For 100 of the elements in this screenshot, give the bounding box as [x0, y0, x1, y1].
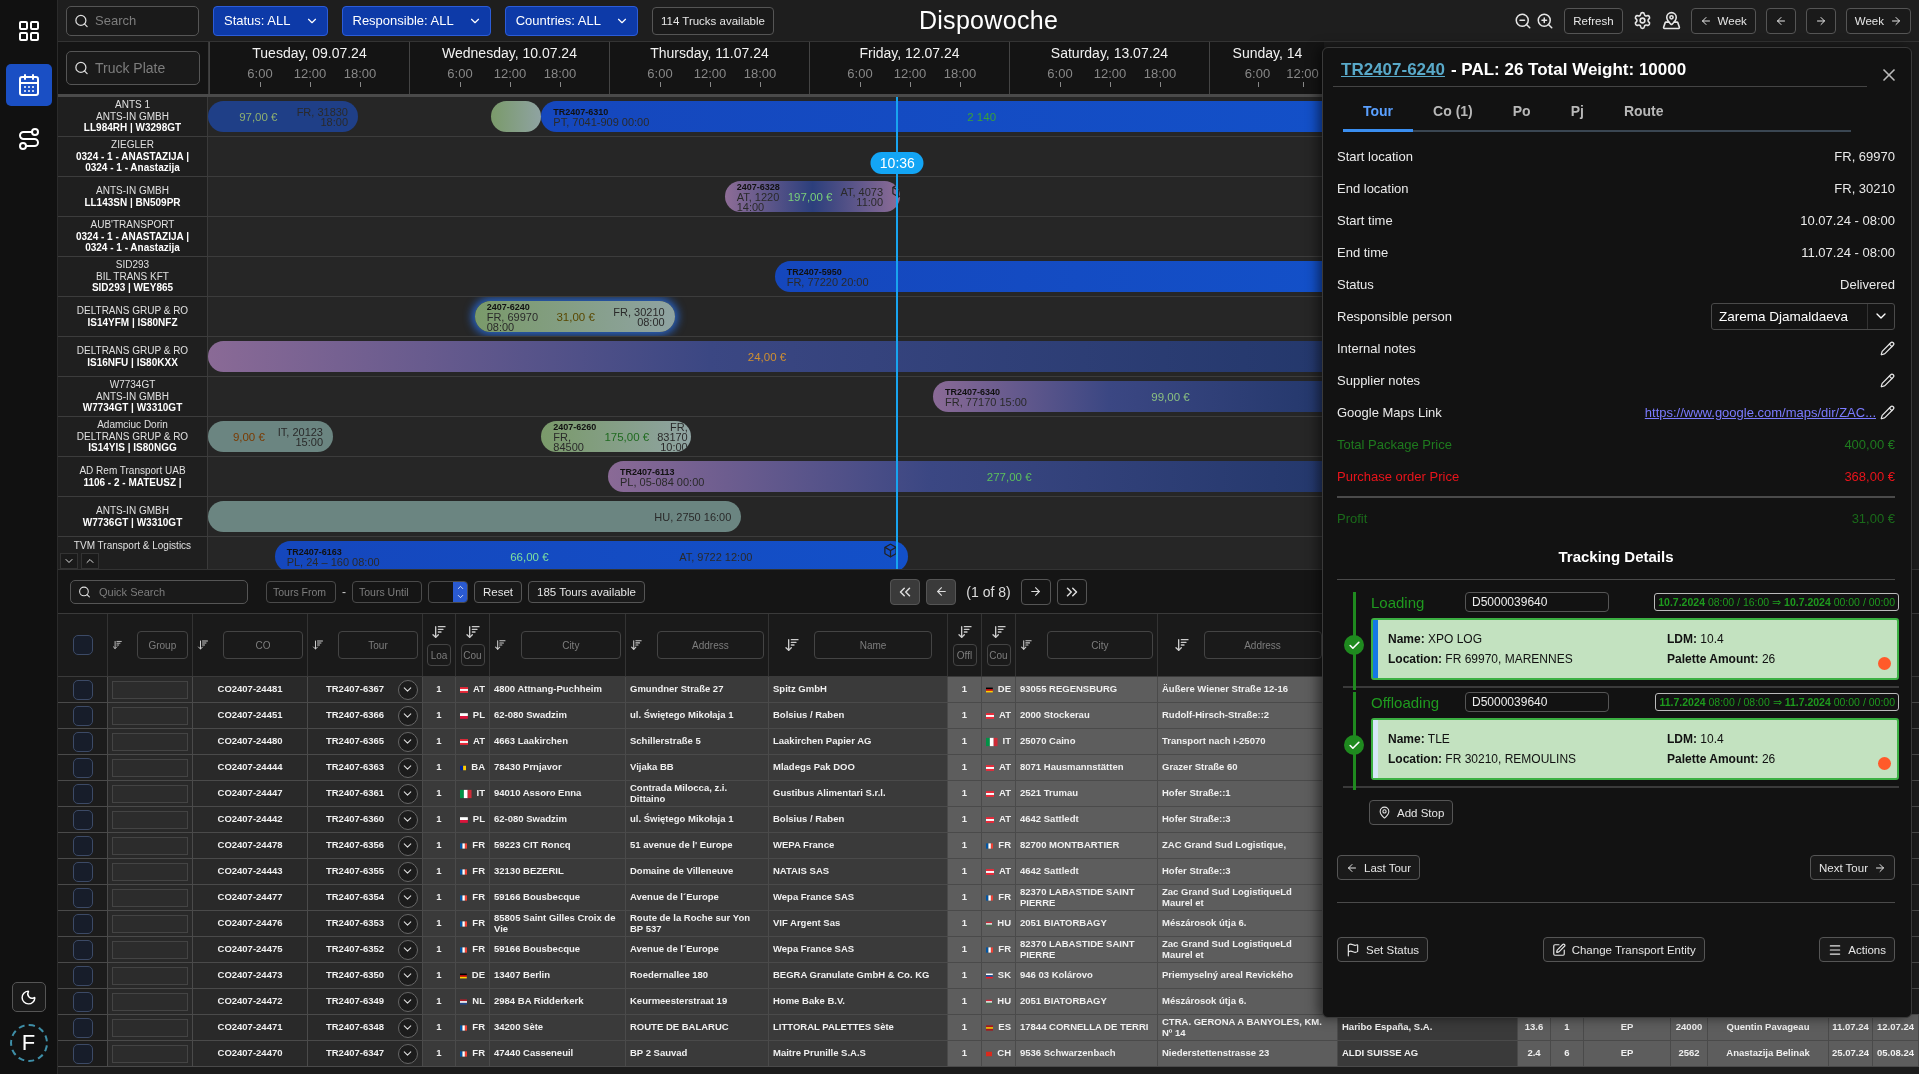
tour-bar[interactable]: 9,00 € IT, 20123 15:00 [208, 421, 333, 452]
group-field[interactable] [112, 940, 188, 959]
maps-link[interactable]: https://www.google.com/maps/dir/ZAC... [1644, 404, 1876, 420]
group-field[interactable] [112, 706, 188, 725]
previous-week-button[interactable]: Week [1690, 7, 1756, 34]
row-checkbox[interactable] [72, 887, 93, 908]
row-dropdown-button[interactable] [398, 861, 418, 882]
row-dropdown-button[interactable] [398, 991, 418, 1012]
pencil-icon[interactable] [1880, 404, 1895, 420]
sort-icon[interactable] [494, 637, 507, 653]
tour-bar[interactable]: TR2407-6163 PL, 24 – 160 08:00 66,00 € AT, 9722 12:00 [274, 541, 908, 569]
sort-icon[interactable] [1173, 637, 1190, 653]
group-field[interactable] [112, 862, 188, 881]
row-checkbox[interactable] [72, 1043, 93, 1064]
group-field[interactable] [112, 784, 188, 803]
tab[interactable]: Po [1492, 91, 1551, 132]
zoom-in-icon[interactable] [1536, 11, 1555, 30]
tours-from-field[interactable]: Tours From [266, 580, 336, 603]
column-filter[interactable]: Group [136, 631, 188, 659]
filter-dropdown[interactable]: Status: ALL [213, 5, 328, 36]
row-dropdown-button[interactable] [398, 939, 418, 960]
row-dropdown-button[interactable] [398, 679, 418, 700]
tab[interactable]: Route [1603, 91, 1684, 132]
settings-icon[interactable] [1632, 11, 1652, 30]
row-checkbox[interactable] [72, 991, 93, 1012]
row-checkbox[interactable] [72, 861, 93, 882]
tab[interactable]: Co (1) [1413, 91, 1493, 132]
next-button[interactable] [1805, 7, 1836, 34]
previous-page-button[interactable] [926, 578, 957, 605]
row-checkbox[interactable] [72, 965, 93, 986]
row-checkbox[interactable] [72, 731, 93, 752]
tour-link[interactable]: TR2407-6240 [1341, 60, 1445, 80]
pencil-icon[interactable] [1880, 372, 1895, 388]
pencil-icon[interactable] [1880, 340, 1895, 356]
column-filter[interactable]: Name [814, 631, 932, 659]
column-filter[interactable]: Address [656, 631, 764, 659]
filter-dropdown[interactable]: Responsible: ALL [341, 5, 491, 36]
last-page-button[interactable] [1056, 578, 1087, 605]
row-dropdown-button[interactable] [398, 705, 418, 726]
set-status-button[interactable]: Set Status [1337, 937, 1429, 962]
group-field[interactable] [112, 810, 188, 829]
scroll-down-button[interactable] [60, 553, 78, 569]
row-dropdown-button[interactable] [398, 783, 418, 804]
row-dropdown-button[interactable] [398, 887, 418, 908]
column-filter[interactable]: Cou [986, 644, 1011, 666]
tab[interactable]: Pj [1550, 91, 1604, 132]
row-dropdown-button[interactable] [398, 913, 418, 934]
theme-toggle-button[interactable] [11, 982, 46, 1012]
group-field[interactable] [112, 1044, 188, 1063]
zoom-out-icon[interactable] [1514, 11, 1533, 30]
tour-bar[interactable]: 97,00 € FR, 31830 18:00 [208, 101, 358, 132]
user-avatar[interactable]: F [9, 1024, 48, 1062]
select-all-checkbox[interactable] [72, 635, 93, 655]
actions-button[interactable]: Actions [1819, 937, 1895, 962]
row-dropdown-button[interactable] [398, 965, 418, 986]
next-week-button[interactable]: Week [1845, 7, 1911, 34]
stop-card[interactable]: Name: XPO LOG LDM: 10.4 Location: FR 69970, MARENNES Palette Amount: 26 [1371, 618, 1899, 680]
number-spinner[interactable] [428, 580, 468, 603]
previous-button[interactable] [1765, 7, 1796, 34]
column-filter[interactable]: City [1046, 631, 1153, 659]
add-stop-button[interactable]: Add Stop [1369, 800, 1454, 825]
tour-bar[interactable]: TR2407-6113 PL, 05-084 00:00 277,00 € [608, 461, 1324, 492]
scroll-up-button[interactable] [81, 553, 99, 569]
first-page-button[interactable] [890, 578, 921, 605]
group-field[interactable] [112, 914, 188, 933]
column-filter[interactable]: Loa [427, 644, 451, 666]
group-field[interactable] [112, 966, 188, 985]
tour-bar[interactable]: TR2407-6340 FR, 77170 15:00 99,00 € [933, 381, 1324, 412]
row-checkbox[interactable] [72, 809, 93, 830]
column-filter[interactable]: City [520, 631, 621, 659]
tab[interactable]: Tour [1343, 91, 1414, 132]
reference-field[interactable]: D5000039640 [1465, 692, 1609, 712]
sort-icon[interactable] [990, 624, 1007, 640]
group-field[interactable] [112, 1018, 188, 1037]
reference-field[interactable]: D5000039640 [1465, 592, 1609, 612]
group-field[interactable] [112, 680, 188, 699]
reset-button[interactable]: Reset [474, 580, 523, 603]
row-checkbox[interactable] [72, 835, 93, 856]
stop-card[interactable]: Name: TLE LDM: 10.4 Location: FR 30210, REMOULINS Palette Amount: 26 [1371, 718, 1899, 780]
truck-plate-field[interactable]: Truck Plate [66, 51, 200, 85]
map-pin-icon[interactable] [1661, 11, 1681, 30]
tour-bar[interactable]: HU, 2750 16:00 [208, 501, 742, 532]
column-filter[interactable]: Address [1203, 631, 1322, 659]
quick-search-field[interactable]: Quick Search [70, 579, 248, 604]
row-dropdown-button[interactable] [398, 835, 418, 856]
sort-icon[interactable] [197, 637, 209, 653]
sort-icon[interactable] [431, 624, 447, 640]
change-transport-button[interactable]: Change Transport Entity [1542, 937, 1705, 962]
refresh-button[interactable]: Refresh [1564, 7, 1623, 34]
tours-until-field[interactable]: Tours Until [352, 580, 422, 603]
group-field[interactable] [112, 758, 188, 777]
filter-dropdown[interactable]: Countries: ALL [504, 5, 638, 36]
last-tour-button[interactable]: Last Tour [1337, 855, 1421, 880]
sort-icon[interactable] [1020, 637, 1033, 653]
group-field[interactable] [112, 836, 188, 855]
row-dropdown-button[interactable] [398, 809, 418, 830]
group-field[interactable] [112, 992, 188, 1011]
search-field[interactable]: Search [66, 5, 199, 36]
sort-icon[interactable] [312, 637, 324, 653]
tours-count-button[interactable]: 185 Tours available [528, 580, 645, 603]
